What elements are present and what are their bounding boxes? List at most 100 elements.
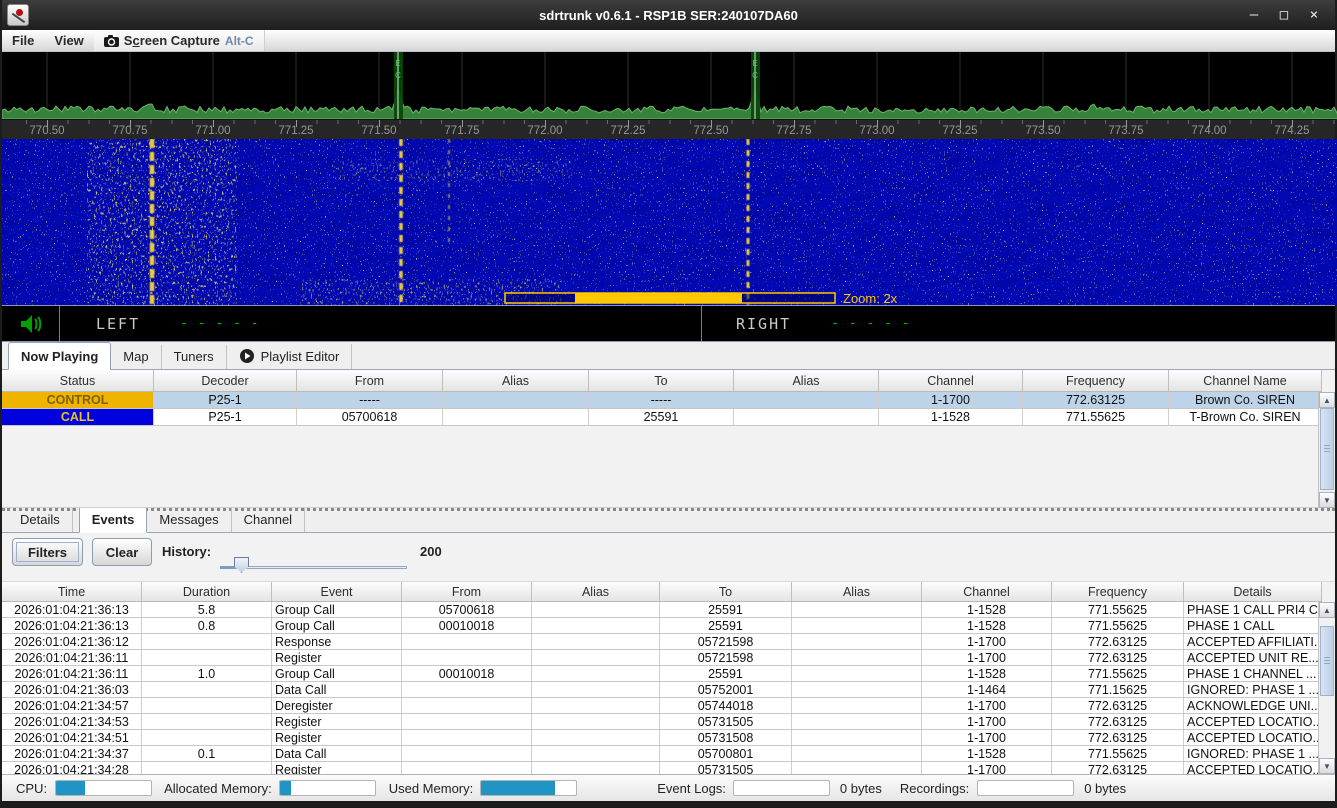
scrollbar-thumb[interactable] — [1320, 626, 1334, 696]
event-cell: 771.55625 — [1052, 602, 1184, 617]
ev-col-channel[interactable]: Channel — [922, 582, 1052, 601]
history-slider[interactable] — [220, 557, 407, 575]
now-playing-row[interactable]: CONTROLP25-1----------1-1700772.63125Bro… — [2, 392, 1322, 409]
event-cell — [792, 602, 922, 617]
event-cell — [792, 714, 922, 729]
event-cell — [532, 762, 660, 774]
window-title: sdrtrunk v0.6.1 - RSP1B SER:240107DA60 — [2, 8, 1335, 23]
np-col-channel[interactable]: Channel — [879, 370, 1023, 391]
frequency-axis[interactable]: 770.50770.75771.00771.25771.50771.75772.… — [2, 119, 1335, 139]
filters-button[interactable]: Filters — [12, 538, 83, 566]
event-row[interactable]: 2026:01:04:21:36:135.8Group Call05700618… — [2, 602, 1322, 618]
event-cell: 0.1 — [142, 746, 272, 761]
slider-thumb[interactable] — [234, 557, 249, 573]
event-row[interactable]: 2026:01:04:21:34:28Register057315051-170… — [2, 762, 1322, 774]
tab-details[interactable]: Details — [8, 508, 73, 532]
event-cell: 771.55625 — [1052, 746, 1184, 761]
np-col-alias[interactable]: Alias — [443, 370, 589, 391]
scroll-up-icon[interactable]: ▲ — [1319, 602, 1335, 618]
ev-col-event[interactable]: Event — [272, 582, 402, 601]
np-col-decoder[interactable]: Decoder — [154, 370, 297, 391]
waterfall-display[interactable]: Zoom: 2x — [2, 139, 1335, 305]
ev-col-to[interactable]: To — [660, 582, 792, 601]
title-bar[interactable]: sdrtrunk v0.6.1 - RSP1B SER:240107DA60 –… — [2, 0, 1335, 30]
np-col-to[interactable]: To — [589, 370, 734, 391]
tab-tuners[interactable]: Tuners — [162, 345, 227, 369]
history-value: 200 — [420, 544, 442, 559]
menu-view[interactable]: View — [44, 30, 93, 51]
event-cell — [792, 746, 922, 761]
tick-label: 772.25 — [610, 125, 645, 137]
np-cell — [734, 409, 879, 425]
clear-button[interactable]: Clear — [92, 538, 152, 566]
event-cell — [402, 746, 532, 761]
event-row[interactable]: 2026:01:04:21:34:57Deregister057440181-1… — [2, 698, 1322, 714]
event-cell: 772.63125 — [1052, 730, 1184, 745]
event-cell — [792, 682, 922, 697]
spectrum-display[interactable]: E C E C — [2, 52, 1335, 119]
events-header[interactable]: TimeDurationEventFromAliasToAliasChannel… — [2, 582, 1322, 602]
tab-messages[interactable]: Messages — [147, 508, 231, 532]
menu-file[interactable]: File — [2, 30, 44, 51]
event-row[interactable]: 2026:01:04:21:34:370.1Data Call057008011… — [2, 746, 1322, 762]
event-row[interactable]: 2026:01:04:21:36:12Response057215981-170… — [2, 634, 1322, 650]
event-cell — [532, 746, 660, 761]
minimize-button[interactable]: – — [1241, 4, 1267, 26]
ev-col-duration[interactable]: Duration — [142, 582, 272, 601]
mute-button[interactable] — [2, 306, 60, 341]
event-cell: PHASE 1 CALL PRI4 C... — [1184, 602, 1322, 617]
np-col-alias[interactable]: Alias — [734, 370, 879, 391]
events-table: TimeDurationEventFromAliasToAliasChannel… — [2, 582, 1335, 774]
np-col-frequency[interactable]: Frequency — [1023, 370, 1169, 391]
now-playing-row[interactable]: CALLP25-105700618255911-1528771.55625T-B… — [2, 409, 1322, 426]
tab-map[interactable]: Map — [111, 345, 161, 369]
audio-channel-left[interactable]: LEFT - - - - - — [60, 306, 702, 341]
channel-marker[interactable]: E C — [394, 52, 403, 119]
tick-label: 772.00 — [527, 125, 562, 137]
channel-marker[interactable]: E C — [751, 52, 760, 119]
event-cell — [792, 618, 922, 633]
ev-col-alias[interactable]: Alias — [532, 582, 660, 601]
menu-screen-capture[interactable]: Screen Capture Alt-C — [94, 30, 265, 51]
speaker-icon — [19, 313, 43, 335]
np-col-status[interactable]: Status — [2, 370, 154, 391]
np-cell: 771.55625 — [1023, 409, 1169, 425]
events-scrollbar[interactable]: ▲ ▼ — [1318, 602, 1335, 774]
np-col-channel-name[interactable]: Channel Name — [1169, 370, 1322, 391]
maximize-button[interactable]: □ — [1271, 4, 1297, 26]
ev-col-frequency[interactable]: Frequency — [1052, 582, 1184, 601]
scrollbar-thumb[interactable] — [1320, 408, 1334, 490]
event-row[interactable]: 2026:01:04:21:36:130.8Group Call00010018… — [2, 618, 1322, 634]
event-row[interactable]: 2026:01:04:21:36:03Data Call057520011-14… — [2, 682, 1322, 698]
scroll-down-icon[interactable]: ▼ — [1319, 492, 1335, 508]
tab-now-playing[interactable]: Now Playing — [8, 342, 111, 370]
event-cell: 2026:01:04:21:34:28 — [2, 762, 142, 774]
scroll-down-icon[interactable]: ▼ — [1319, 758, 1335, 774]
event-cell: 772.63125 — [1052, 698, 1184, 713]
audio-channel-right[interactable]: RIGHT - - - - - — [702, 306, 1335, 341]
now-playing-header[interactable]: StatusDecoderFromAliasToAliasChannelFreq… — [2, 370, 1322, 392]
event-row[interactable]: 2026:01:04:21:34:53Register057315051-170… — [2, 714, 1322, 730]
scroll-up-icon[interactable]: ▲ — [1319, 392, 1335, 408]
event-row[interactable]: 2026:01:04:21:36:11Register057215981-170… — [2, 650, 1322, 666]
close-button[interactable]: × — [1301, 4, 1327, 26]
ev-col-time[interactable]: Time — [2, 582, 142, 601]
ev-col-alias[interactable]: Alias — [792, 582, 922, 601]
zoom-indicator[interactable] — [505, 293, 835, 303]
tab-playlist-editor[interactable]: Playlist Editor — [227, 344, 353, 369]
np-col-from[interactable]: From — [297, 370, 443, 391]
used-memory-label: Used Memory: — [389, 781, 474, 796]
allocated-memory-progress — [279, 780, 376, 796]
event-cell: Group Call — [272, 602, 402, 617]
event-row[interactable]: 2026:01:04:21:36:111.0Group Call00010018… — [2, 666, 1322, 682]
tab-events[interactable]: Events — [79, 505, 148, 533]
np-cell: 05700618 — [297, 409, 443, 425]
event-cell: 05731505 — [660, 714, 792, 729]
tick-label: 773.00 — [859, 125, 894, 137]
event-cell — [142, 762, 272, 774]
ev-col-details[interactable]: Details — [1184, 582, 1322, 601]
event-row[interactable]: 2026:01:04:21:34:51Register057315081-170… — [2, 730, 1322, 746]
ev-col-from[interactable]: From — [402, 582, 532, 601]
tab-channel[interactable]: Channel — [232, 508, 305, 532]
now-playing-scrollbar[interactable]: ▲ ▼ — [1318, 392, 1335, 508]
